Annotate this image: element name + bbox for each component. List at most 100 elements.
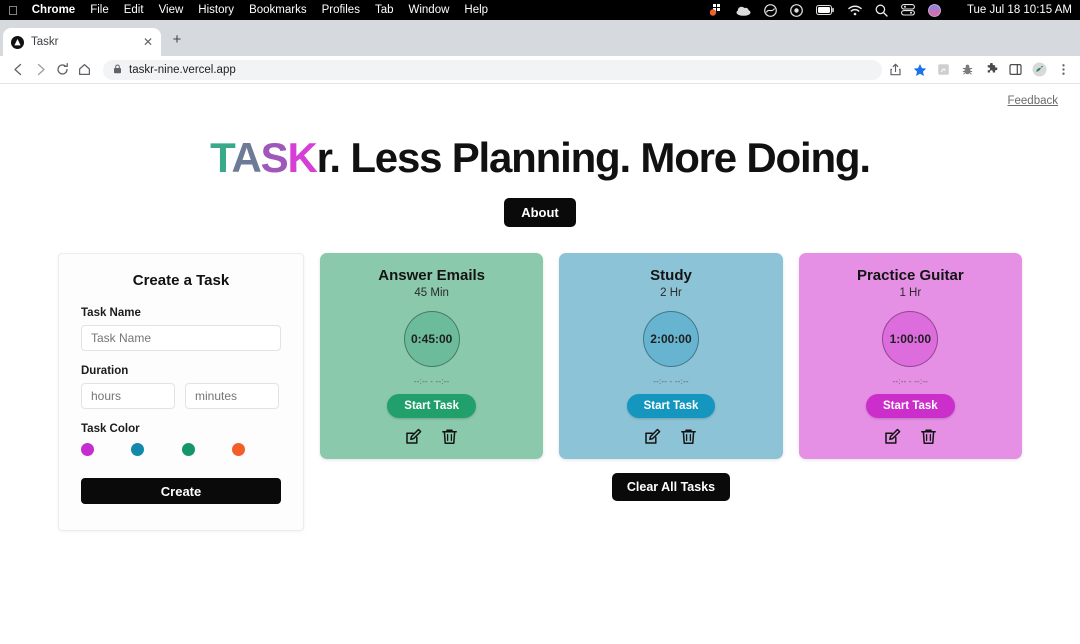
edit-pencil-icon[interactable] bbox=[884, 428, 901, 445]
taskr-drop-icon bbox=[11, 35, 24, 49]
trash-icon[interactable] bbox=[920, 428, 937, 445]
side-panel-icon[interactable] bbox=[1008, 62, 1023, 77]
menubar-clock[interactable]: Tue Jul 18 10:15 AM bbox=[967, 4, 1072, 16]
toolbar-icons bbox=[888, 62, 1073, 77]
menu-item-edit[interactable]: Edit bbox=[124, 4, 144, 16]
color-swatch-orange[interactable] bbox=[231, 443, 245, 457]
new-tab-button[interactable]: + bbox=[166, 28, 188, 50]
brand-letter-t: T bbox=[210, 134, 233, 181]
menu-item-help[interactable]: Help bbox=[464, 4, 488, 16]
create-task-title: Create a Task bbox=[132, 272, 230, 290]
task-card[interactable]: Answer Emails 45 Min 0:45:00 --:-- - --:… bbox=[320, 253, 544, 460]
board: Create a Task Task Name Duration Task Co… bbox=[0, 253, 1080, 532]
task-duration: 45 Min bbox=[414, 287, 449, 300]
browser-tab-title: Taskr bbox=[31, 36, 59, 48]
task-duration: 2 Hr bbox=[660, 287, 682, 300]
task-timer: 1:00:00 bbox=[882, 311, 939, 368]
edit-pencil-icon[interactable] bbox=[405, 428, 422, 445]
hero-section: TASKr. Less Planning. More Doing. About bbox=[0, 134, 1080, 228]
wifi-icon[interactable] bbox=[848, 4, 862, 16]
page-content: Feedback TASKr. Less Planning. More Doin… bbox=[0, 84, 1080, 644]
task-name: Study bbox=[650, 267, 692, 285]
create-button[interactable]: Create bbox=[81, 478, 281, 505]
address-bar-url: taskr-nine.vercel.app bbox=[129, 63, 236, 76]
task-card[interactable]: Practice Guitar 1 Hr 1:00:00 --:-- - --:… bbox=[798, 253, 1022, 460]
extensions-puzzle-icon[interactable] bbox=[984, 62, 999, 77]
start-task-button[interactable]: Start Task bbox=[865, 394, 955, 419]
brand-letter-k: K bbox=[287, 134, 317, 181]
feedback-link[interactable]: Feedback bbox=[1007, 95, 1058, 107]
task-timer: 0:45:00 bbox=[403, 311, 460, 368]
task-card[interactable]: Study 2 Hr 2:00:00 --:-- - --:-- Start T… bbox=[559, 253, 783, 460]
reload-icon[interactable] bbox=[51, 59, 73, 81]
menu-item-tab[interactable]: Tab bbox=[375, 4, 394, 16]
task-time-range: --:-- - --:-- bbox=[653, 377, 689, 387]
task-name: Answer Emails bbox=[378, 267, 486, 285]
edit-pencil-icon[interactable] bbox=[644, 428, 661, 445]
chrome-tab-strip: Taskr ✕ + bbox=[0, 20, 1080, 56]
task-name-label: Task Name bbox=[81, 307, 141, 320]
apple-logo-icon[interactable]:  bbox=[8, 4, 18, 17]
page-title: TASKr. Less Planning. More Doing. bbox=[0, 134, 1080, 181]
browser-tab-taskr[interactable]: Taskr ✕ bbox=[3, 28, 161, 56]
extension-bug-icon[interactable] bbox=[960, 62, 975, 77]
address-bar[interactable]: taskr-nine.vercel.app bbox=[103, 59, 882, 80]
menu-item-window[interactable]: Window bbox=[409, 4, 450, 16]
menu-item-file[interactable]: File bbox=[90, 4, 109, 16]
menu-item-profiles[interactable]: Profiles bbox=[322, 4, 360, 16]
color-swatch-blue[interactable] bbox=[131, 443, 145, 457]
menu-item-view[interactable]: View bbox=[159, 4, 184, 16]
task-actions bbox=[569, 428, 772, 445]
start-task-button[interactable]: Start Task bbox=[387, 394, 477, 419]
extension-reading-icon[interactable] bbox=[936, 62, 951, 77]
control-center-icon[interactable] bbox=[900, 4, 915, 16]
menubar-tray: Tue Jul 18 10:15 AM bbox=[709, 3, 1072, 17]
task-time-range: --:-- - --:-- bbox=[892, 377, 929, 387]
cloud-icon[interactable] bbox=[736, 5, 751, 16]
chrome-menu-icon[interactable] bbox=[1056, 62, 1071, 77]
color-swatch-green[interactable] bbox=[181, 443, 195, 457]
lock-icon bbox=[113, 64, 122, 76]
bookmark-star-icon[interactable] bbox=[912, 62, 927, 77]
task-name-input[interactable] bbox=[81, 325, 281, 352]
grid-badge-icon[interactable] bbox=[709, 4, 723, 16]
hours-input[interactable] bbox=[81, 383, 175, 410]
forward-arrow-icon[interactable] bbox=[29, 59, 51, 81]
create-task-panel: Create a Task Task Name Duration Task Co… bbox=[58, 253, 304, 532]
chrome-toolbar: taskr-nine.vercel.app bbox=[0, 56, 1080, 84]
trash-icon[interactable] bbox=[441, 428, 458, 445]
color-swatch-magenta[interactable] bbox=[81, 443, 94, 457]
home-icon[interactable] bbox=[73, 59, 95, 81]
task-color-swatches bbox=[81, 443, 281, 457]
clear-all-tasks-button[interactable]: Clear All Tasks bbox=[611, 473, 731, 502]
task-time-range: --:-- - --:-- bbox=[413, 377, 450, 387]
task-actions bbox=[809, 428, 1012, 445]
task-name: Practice Guitar bbox=[856, 267, 964, 285]
task-duration: 1 Hr bbox=[899, 287, 922, 300]
task-actions bbox=[330, 428, 533, 445]
stats-icon[interactable] bbox=[764, 3, 777, 17]
minutes-input[interactable] bbox=[185, 383, 279, 410]
about-button[interactable]: About bbox=[504, 198, 576, 228]
share-icon[interactable] bbox=[888, 62, 903, 77]
duration-label: Duration bbox=[81, 365, 129, 378]
trash-icon[interactable] bbox=[680, 428, 697, 445]
hero-tagline: r. Less Planning. More Doing. bbox=[316, 134, 871, 181]
brand-letter-a: A bbox=[231, 134, 261, 181]
menu-item-bookmarks[interactable]: Bookmarks bbox=[249, 4, 307, 16]
feedback-row: Feedback bbox=[0, 84, 1080, 109]
task-timer: 2:00:00 bbox=[642, 311, 699, 368]
battery-icon[interactable] bbox=[815, 5, 835, 15]
back-arrow-icon[interactable] bbox=[7, 59, 29, 81]
tasks-area: Answer Emails 45 Min 0:45:00 --:-- - --:… bbox=[320, 253, 1022, 502]
record-icon[interactable] bbox=[790, 3, 803, 17]
menu-item-history[interactable]: History bbox=[198, 4, 234, 16]
close-icon[interactable]: ✕ bbox=[143, 36, 153, 48]
profile-avatar-icon[interactable] bbox=[1032, 62, 1047, 77]
tasks-list: Answer Emails 45 Min 0:45:00 --:-- - --:… bbox=[320, 253, 1022, 460]
start-task-button[interactable]: Start Task bbox=[626, 394, 716, 419]
search-icon[interactable] bbox=[875, 4, 888, 17]
siri-icon[interactable] bbox=[928, 3, 941, 17]
menu-item-chrome[interactable]: Chrome bbox=[32, 4, 75, 16]
task-color-label: Task Color bbox=[81, 423, 140, 436]
